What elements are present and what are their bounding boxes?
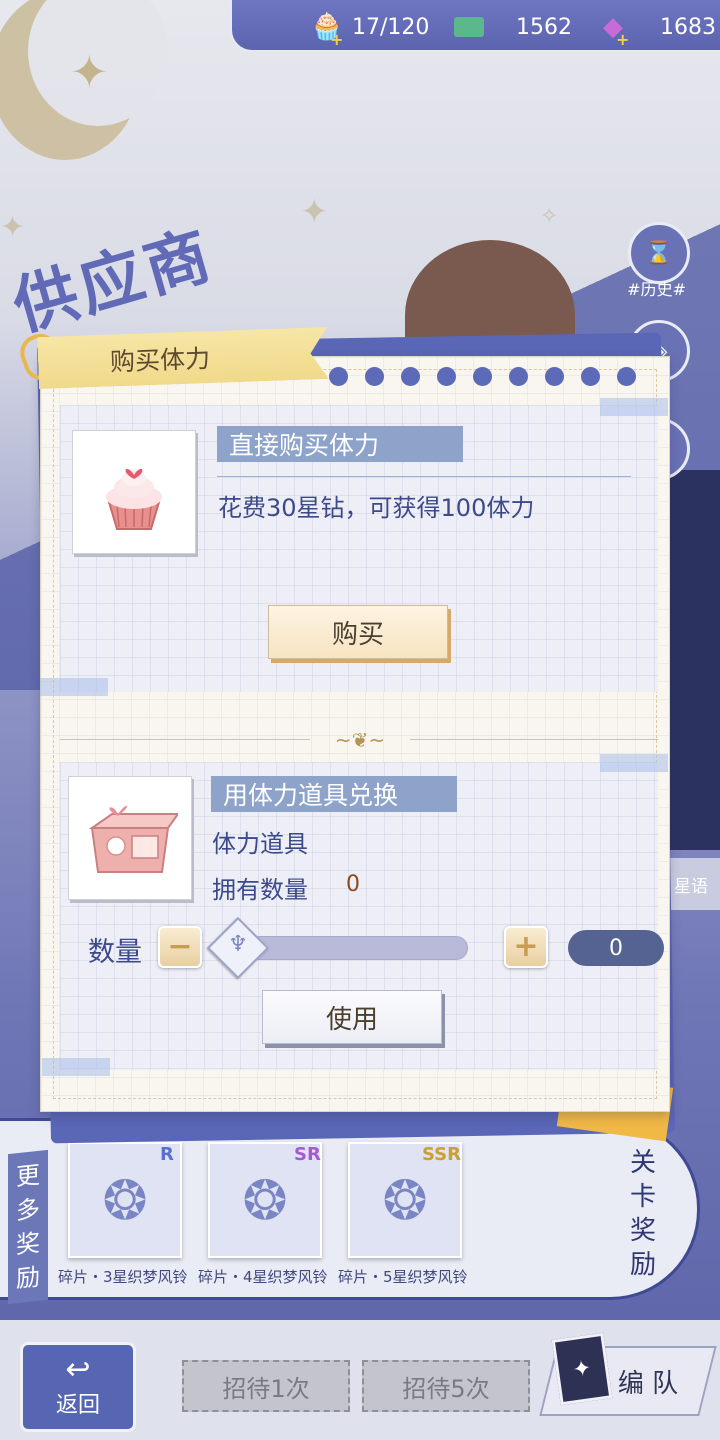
rank-badge: R (160, 1144, 174, 1165)
stage-rewards-label[interactable]: 关 卡 奖 励 (628, 1146, 658, 1282)
team-label: 编 队 (617, 1368, 679, 1399)
more-rewards-char: 更 (16, 1160, 40, 1192)
more-rewards-char: 奖 (16, 1228, 40, 1260)
binder-hole (329, 367, 348, 386)
swan-gem-icon: ◆ + (603, 12, 630, 49)
diamonds-counter[interactable]: ◆ + 1683 (596, 10, 716, 49)
stamina-value: 17/120 (352, 14, 430, 40)
dreamcatcher-icon: ❂ (382, 1168, 428, 1232)
cupcake-item-thumb (72, 430, 196, 554)
quantity-value: 0 (568, 930, 664, 966)
hourglass-icon: ⌛ (645, 240, 673, 266)
back-label: 返回 (55, 1393, 100, 1418)
owned-label: 拥有数量 (212, 876, 308, 904)
swan-icon: ♆ (228, 932, 248, 957)
reward-caption: 碎片・5星织梦风铃 (338, 1268, 468, 1286)
plus-icon: + (616, 30, 630, 49)
back-button[interactable]: ↩ 返回 (20, 1342, 136, 1432)
binder-hole (473, 367, 492, 386)
stamina-counter[interactable]: 🧁 + 17/120 (310, 10, 430, 49)
coins-value: 1562 (516, 14, 572, 40)
cards-icon: ✦ (551, 1332, 613, 1406)
gift-box-item-thumb (68, 776, 192, 900)
plus-icon: + (330, 30, 344, 49)
binder-hole (365, 367, 384, 386)
exchange-title: 用体力道具兑换 (211, 776, 457, 812)
sparkle-icon: ✦ (0, 210, 26, 245)
sparkle-icon: ✧ (540, 204, 559, 229)
tape-decoration (600, 398, 668, 416)
binder-hole (545, 367, 564, 386)
star-icon: ✦ (70, 45, 109, 99)
dreamcatcher-icon: ❂ (102, 1168, 148, 1232)
dreamcatcher-icon: ❂ (242, 1168, 288, 1232)
direct-purchase-description: 花费30星钻，可获得100体力 (218, 494, 535, 522)
stage-rewards-char: 卡 (629, 1182, 656, 1212)
rank-badge: SSR (422, 1144, 461, 1165)
divider-line (410, 739, 658, 740)
cupcake-icon: 🧁 + (310, 12, 344, 49)
quantity-slider[interactable] (240, 936, 468, 960)
history-button[interactable]: ⌛ (628, 222, 690, 284)
tape-decoration (40, 678, 108, 696)
gift-box-icon (88, 805, 178, 873)
invite-once-button[interactable]: 招待1次 (182, 1360, 350, 1412)
binder-hole (509, 367, 528, 386)
invite-five-button[interactable]: 招待5次 (362, 1360, 530, 1412)
increase-button[interactable]: + (504, 926, 548, 968)
item-name: 体力道具 (212, 830, 308, 858)
tape-decoration (600, 754, 668, 772)
ornament-divider-icon: ~❦~ (334, 728, 386, 752)
reward-caption: 碎片・3星织梦风铃 (58, 1268, 188, 1286)
binder-hole (617, 367, 636, 386)
history-label: #历史# (627, 280, 686, 299)
rank-badge: SR (294, 1144, 321, 1165)
direct-purchase-title: 直接购买体力 (217, 426, 463, 462)
stage-rewards-char: 励 (629, 1250, 656, 1280)
binder-hole (401, 367, 420, 386)
owned-count: 0 (346, 872, 360, 897)
back-arrow-icon: ↩ (65, 1352, 91, 1387)
resource-bar: 🧁 + 17/120 1562 ◆ + 1683 (230, 0, 720, 52)
binder-hole (437, 367, 456, 386)
sparkle-icon: ✦ (300, 192, 329, 232)
use-button[interactable]: 使用 (262, 990, 442, 1044)
tape-decoration (42, 1058, 110, 1076)
quantity-label: 数量 (88, 937, 142, 968)
binder-holes (329, 367, 636, 386)
section-divider (217, 476, 631, 477)
more-rewards-char: 多 (16, 1194, 40, 1226)
binder-hole (581, 367, 600, 386)
stage-rewards-char: 关 (629, 1148, 656, 1178)
dialog-title: 购买体力 (37, 327, 329, 389)
coins-counter[interactable]: 1562 (452, 10, 572, 44)
diamonds-value: 1683 (660, 14, 716, 40)
stage-rewards-char: 奖 (629, 1216, 656, 1246)
more-rewards-char: 励 (16, 1262, 40, 1294)
decrease-button[interactable]: − (158, 926, 202, 968)
reward-caption: 碎片・4星织梦风铃 (198, 1268, 328, 1286)
divider-line (60, 739, 310, 740)
more-rewards-tab[interactable]: 更 多 奖 励 (8, 1149, 48, 1305)
ticket-icon (452, 12, 486, 42)
buy-button[interactable]: 购买 (268, 605, 448, 659)
cupcake-icon (106, 468, 162, 530)
